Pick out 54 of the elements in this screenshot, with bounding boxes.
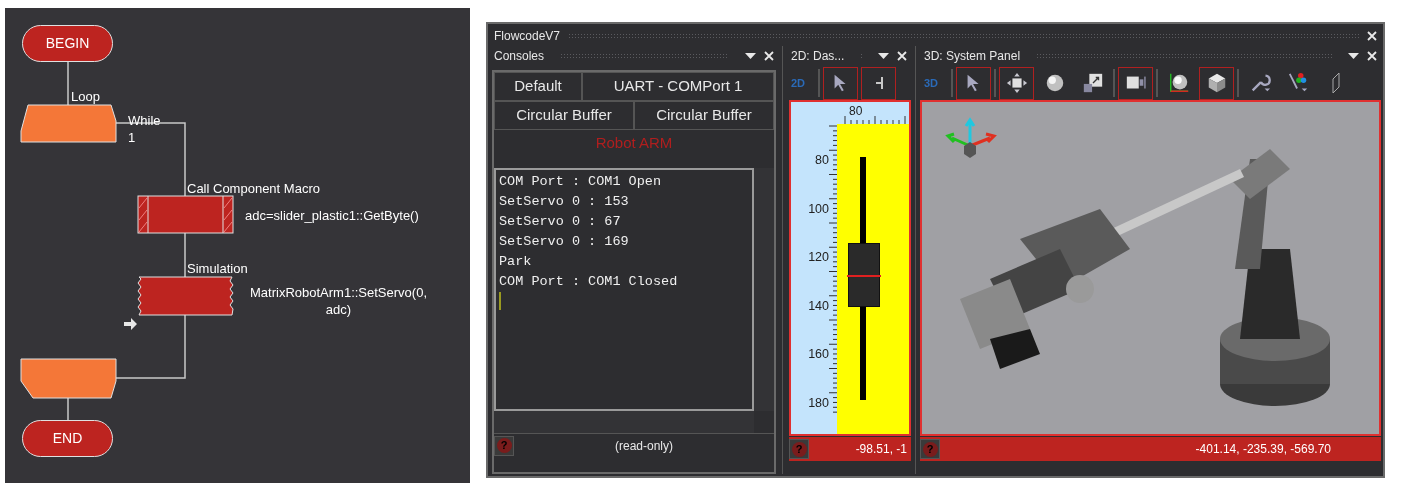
window-title: FlowcodeV7 (494, 28, 561, 45)
horizontal-scrollbar[interactable] (494, 411, 754, 433)
close-icon[interactable] (764, 51, 774, 61)
simulation-label: Simulation (187, 260, 248, 278)
coordinates-text: -401.14, -235.39, -569.70 (1195, 441, 1332, 458)
scale-icon (1081, 72, 1104, 94)
simulation-text: MatrixRobotArm1::SetServo(0, adc) (250, 284, 427, 318)
pointer-tool-button[interactable] (956, 66, 991, 100)
panel-title: Consoles (494, 48, 545, 65)
begin-terminal: BEGIN (22, 25, 113, 62)
view-mode-label: 2D (791, 75, 807, 91)
dropdown-caret-icon[interactable] (1348, 53, 1359, 59)
panel-title: 2D: Das... (791, 48, 845, 65)
view-mode-label: 3D (924, 75, 940, 91)
end-terminal: END (22, 420, 113, 457)
call-macro-text: adc=slider_plastic1::GetByte() (245, 207, 419, 225)
loop-label: Loop (71, 88, 100, 106)
console-output: COM Port : COM1 Open SetServo 0 : 153 SetServo 0 : 67 SetServo 0 : 169 Park COM Port : COM1 Closed (494, 168, 754, 411)
cube-tool-button[interactable] (1199, 66, 1234, 100)
ruler-label: 100 (808, 200, 829, 218)
move-tool-button[interactable] (999, 66, 1034, 100)
console-button[interactable]: Circular Buffer (494, 101, 634, 130)
right-arrow-icon (124, 318, 137, 330)
text-cursor (499, 292, 501, 310)
ruler-label: 160 (808, 346, 829, 363)
pointer-tool-button[interactable] (823, 66, 858, 100)
coordinates-text: -98.51, -1 (855, 441, 908, 458)
close-icon[interactable] (1367, 31, 1377, 41)
dropdown-caret-icon[interactable] (745, 53, 756, 59)
ruler-label: 180 (808, 394, 829, 412)
toolbar-icon (874, 77, 883, 89)
ruler-label: 120 (808, 249, 829, 266)
close-icon[interactable] (897, 51, 907, 61)
console-button[interactable]: UART - COMPort 1 (582, 72, 774, 101)
ruler-label: 80 (815, 152, 829, 169)
console-button[interactable]: Default (494, 72, 582, 101)
ruler-label: 80 (849, 103, 863, 120)
status-text: (read-only) (614, 437, 674, 455)
paint-brush-icon (1286, 72, 1309, 94)
slider-thumb[interactable] (848, 242, 880, 307)
ruler-label: 140 (808, 297, 829, 315)
console-heading: Robot ARM (595, 133, 673, 153)
close-icon[interactable] (1367, 51, 1377, 61)
panel-tool-button[interactable] (1118, 66, 1153, 100)
light-sphere-icon (1167, 72, 1190, 94)
console-button[interactable]: Circular Buffer (634, 101, 774, 130)
call-macro-label: Call Component Macro (187, 180, 320, 198)
loop-condition: While 1 (128, 112, 161, 146)
move-icon (1005, 72, 1028, 94)
vertical-scrollbar[interactable] (754, 168, 774, 411)
ruler-icon (1331, 72, 1340, 94)
toolbar-tool-button[interactable] (861, 66, 896, 100)
dropdown-caret-icon[interactable] (878, 53, 889, 59)
panel-title: 3D: System Panel (924, 48, 1021, 65)
